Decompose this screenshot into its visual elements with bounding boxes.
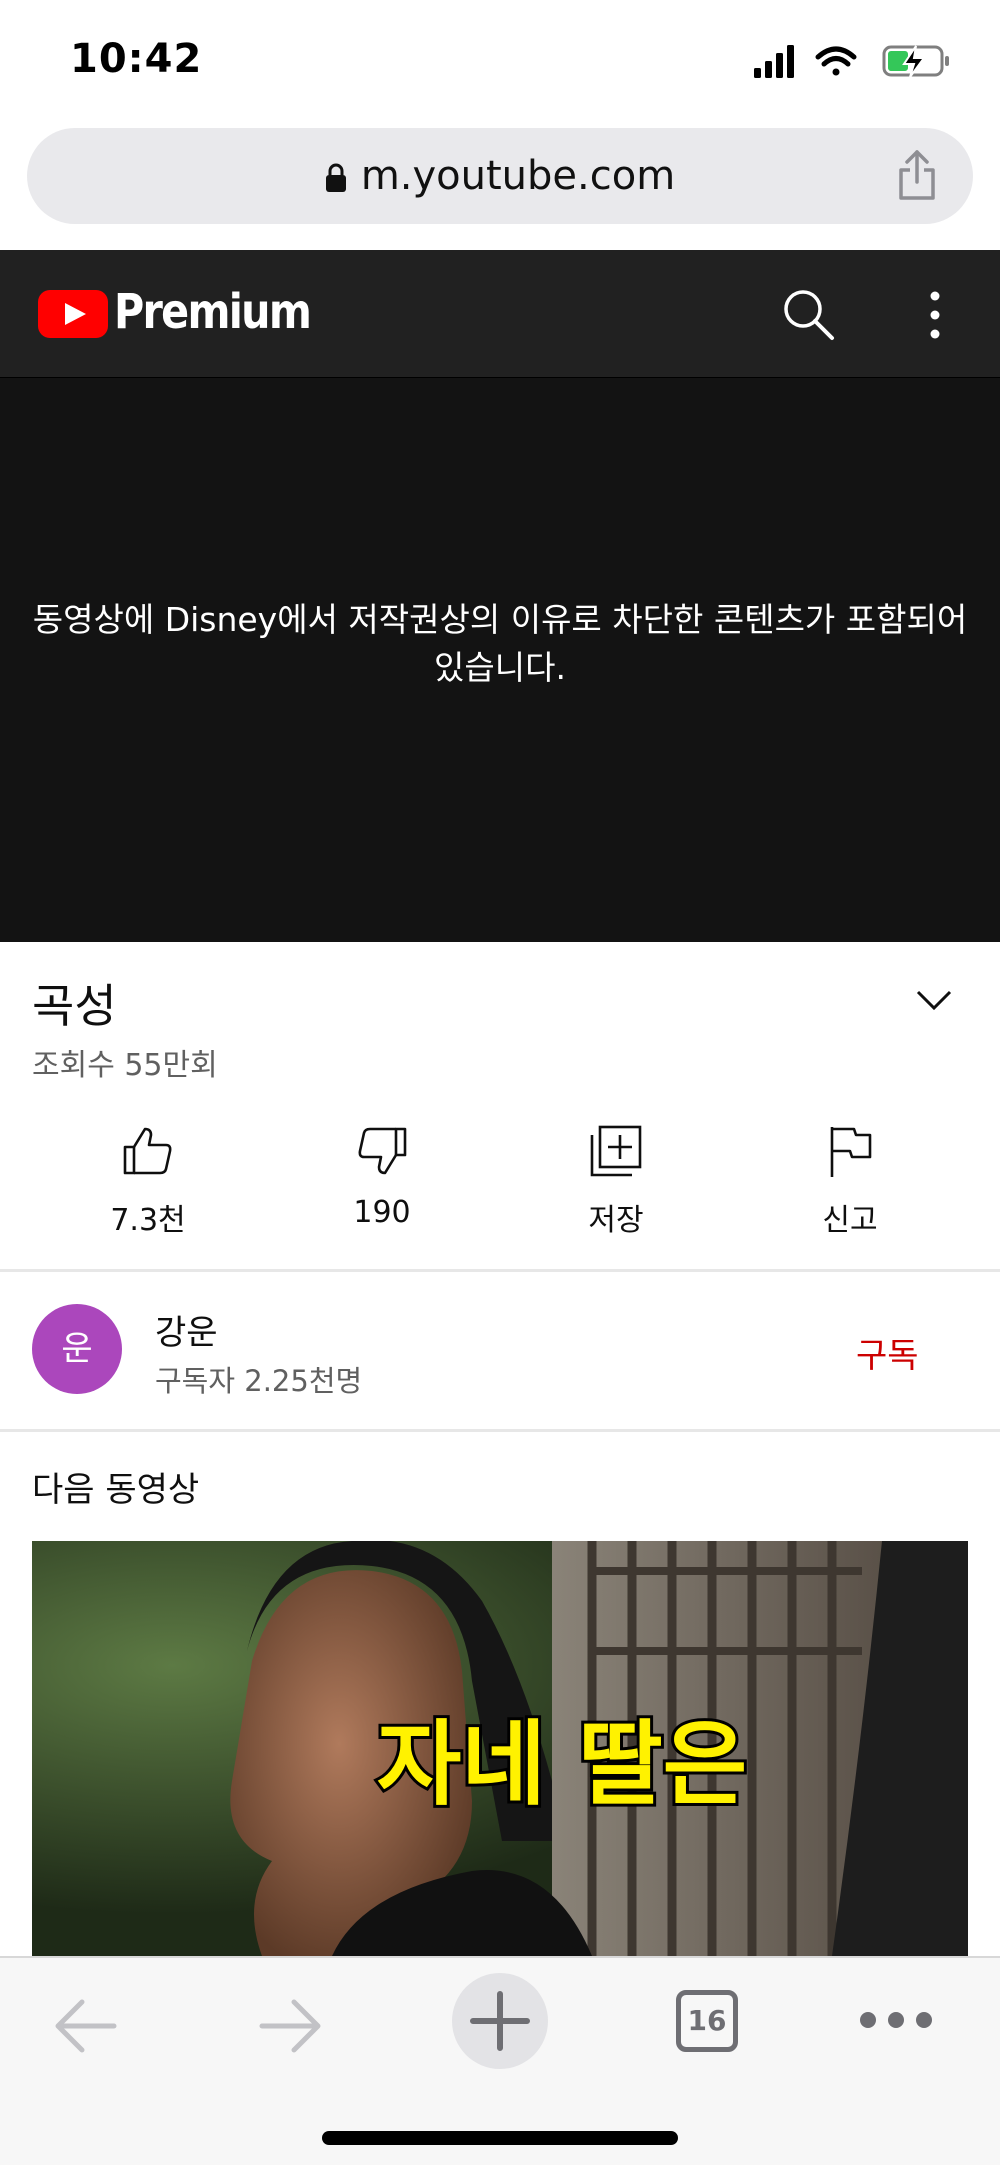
- save-button[interactable]: 저장: [516, 1115, 716, 1245]
- thumbs-up-icon: [123, 1127, 172, 1175]
- tab-switcher-button[interactable]: 16: [676, 1990, 738, 2052]
- url-text: m.youtube.com: [360, 153, 676, 199]
- lock-icon: [325, 163, 346, 192]
- dislike-count: 190: [353, 1195, 411, 1230]
- divider: [0, 1429, 1000, 1432]
- save-label: 저장: [588, 1203, 644, 1238]
- subscriber-count: 구독자 2.25천명: [155, 1364, 363, 1398]
- cellular-signal-icon: [754, 45, 794, 78]
- chevron-down-icon[interactable]: [914, 986, 954, 1014]
- share-icon[interactable]: [895, 148, 939, 202]
- status-bar: 10:42: [0, 0, 1000, 120]
- subscribe-button[interactable]: 구독: [856, 1328, 919, 1377]
- status-time: 10:42: [70, 36, 203, 82]
- add-to-playlist-icon: [590, 1125, 642, 1177]
- blocked-message: 동영상에 Disney에서 저작권상의 이유로 차단한 콘텐츠가 포함되어 있습…: [32, 600, 968, 687]
- search-icon[interactable]: [780, 286, 836, 342]
- more-vertical-icon[interactable]: [920, 288, 950, 342]
- youtube-header: Premium: [0, 250, 1000, 378]
- up-next-thumbnail[interactable]: 자네 딸은: [32, 1541, 968, 1956]
- thumbnail-image: 자네 딸은: [32, 1541, 968, 1956]
- more-horizontal-icon[interactable]: [858, 2008, 934, 2032]
- divider: [0, 1269, 1000, 1272]
- forward-arrow-icon[interactable]: [258, 1996, 324, 2056]
- premium-logo-text[interactable]: Premium: [114, 284, 312, 340]
- wifi-icon: [815, 46, 857, 76]
- video-player[interactable]: 동영상에 Disney에서 저작권상의 이유로 차단한 콘텐츠가 포함되어 있습…: [0, 378, 1000, 942]
- channel-name[interactable]: 강운: [155, 1305, 218, 1354]
- report-button[interactable]: 신고: [750, 1115, 950, 1245]
- thumbs-down-icon: [358, 1127, 407, 1175]
- video-title: 곡성: [32, 979, 117, 1033]
- view-count: 조회수 55만회: [32, 1048, 218, 1083]
- up-next-heading: 다음 동영상: [32, 1470, 200, 1510]
- dislike-button[interactable]: 190: [282, 1115, 482, 1245]
- back-arrow-icon[interactable]: [52, 1996, 118, 2056]
- new-tab-button[interactable]: [451, 1972, 549, 2070]
- youtube-logo-icon[interactable]: [38, 290, 108, 338]
- report-label: 신고: [822, 1203, 878, 1238]
- status-icons: [754, 45, 949, 78]
- address-bar[interactable]: m.youtube.com: [27, 128, 973, 224]
- flag-icon: [830, 1127, 872, 1177]
- action-bar: 7.3천 190 저장 신고: [0, 1115, 1000, 1245]
- like-count: 7.3천: [110, 1203, 186, 1238]
- channel-avatar[interactable]: 운: [32, 1304, 122, 1394]
- like-button[interactable]: 7.3천: [48, 1115, 248, 1245]
- thumbnail-caption: 자네 딸은: [377, 1711, 748, 1818]
- battery-icon: [882, 45, 949, 78]
- home-indicator[interactable]: [322, 2131, 678, 2145]
